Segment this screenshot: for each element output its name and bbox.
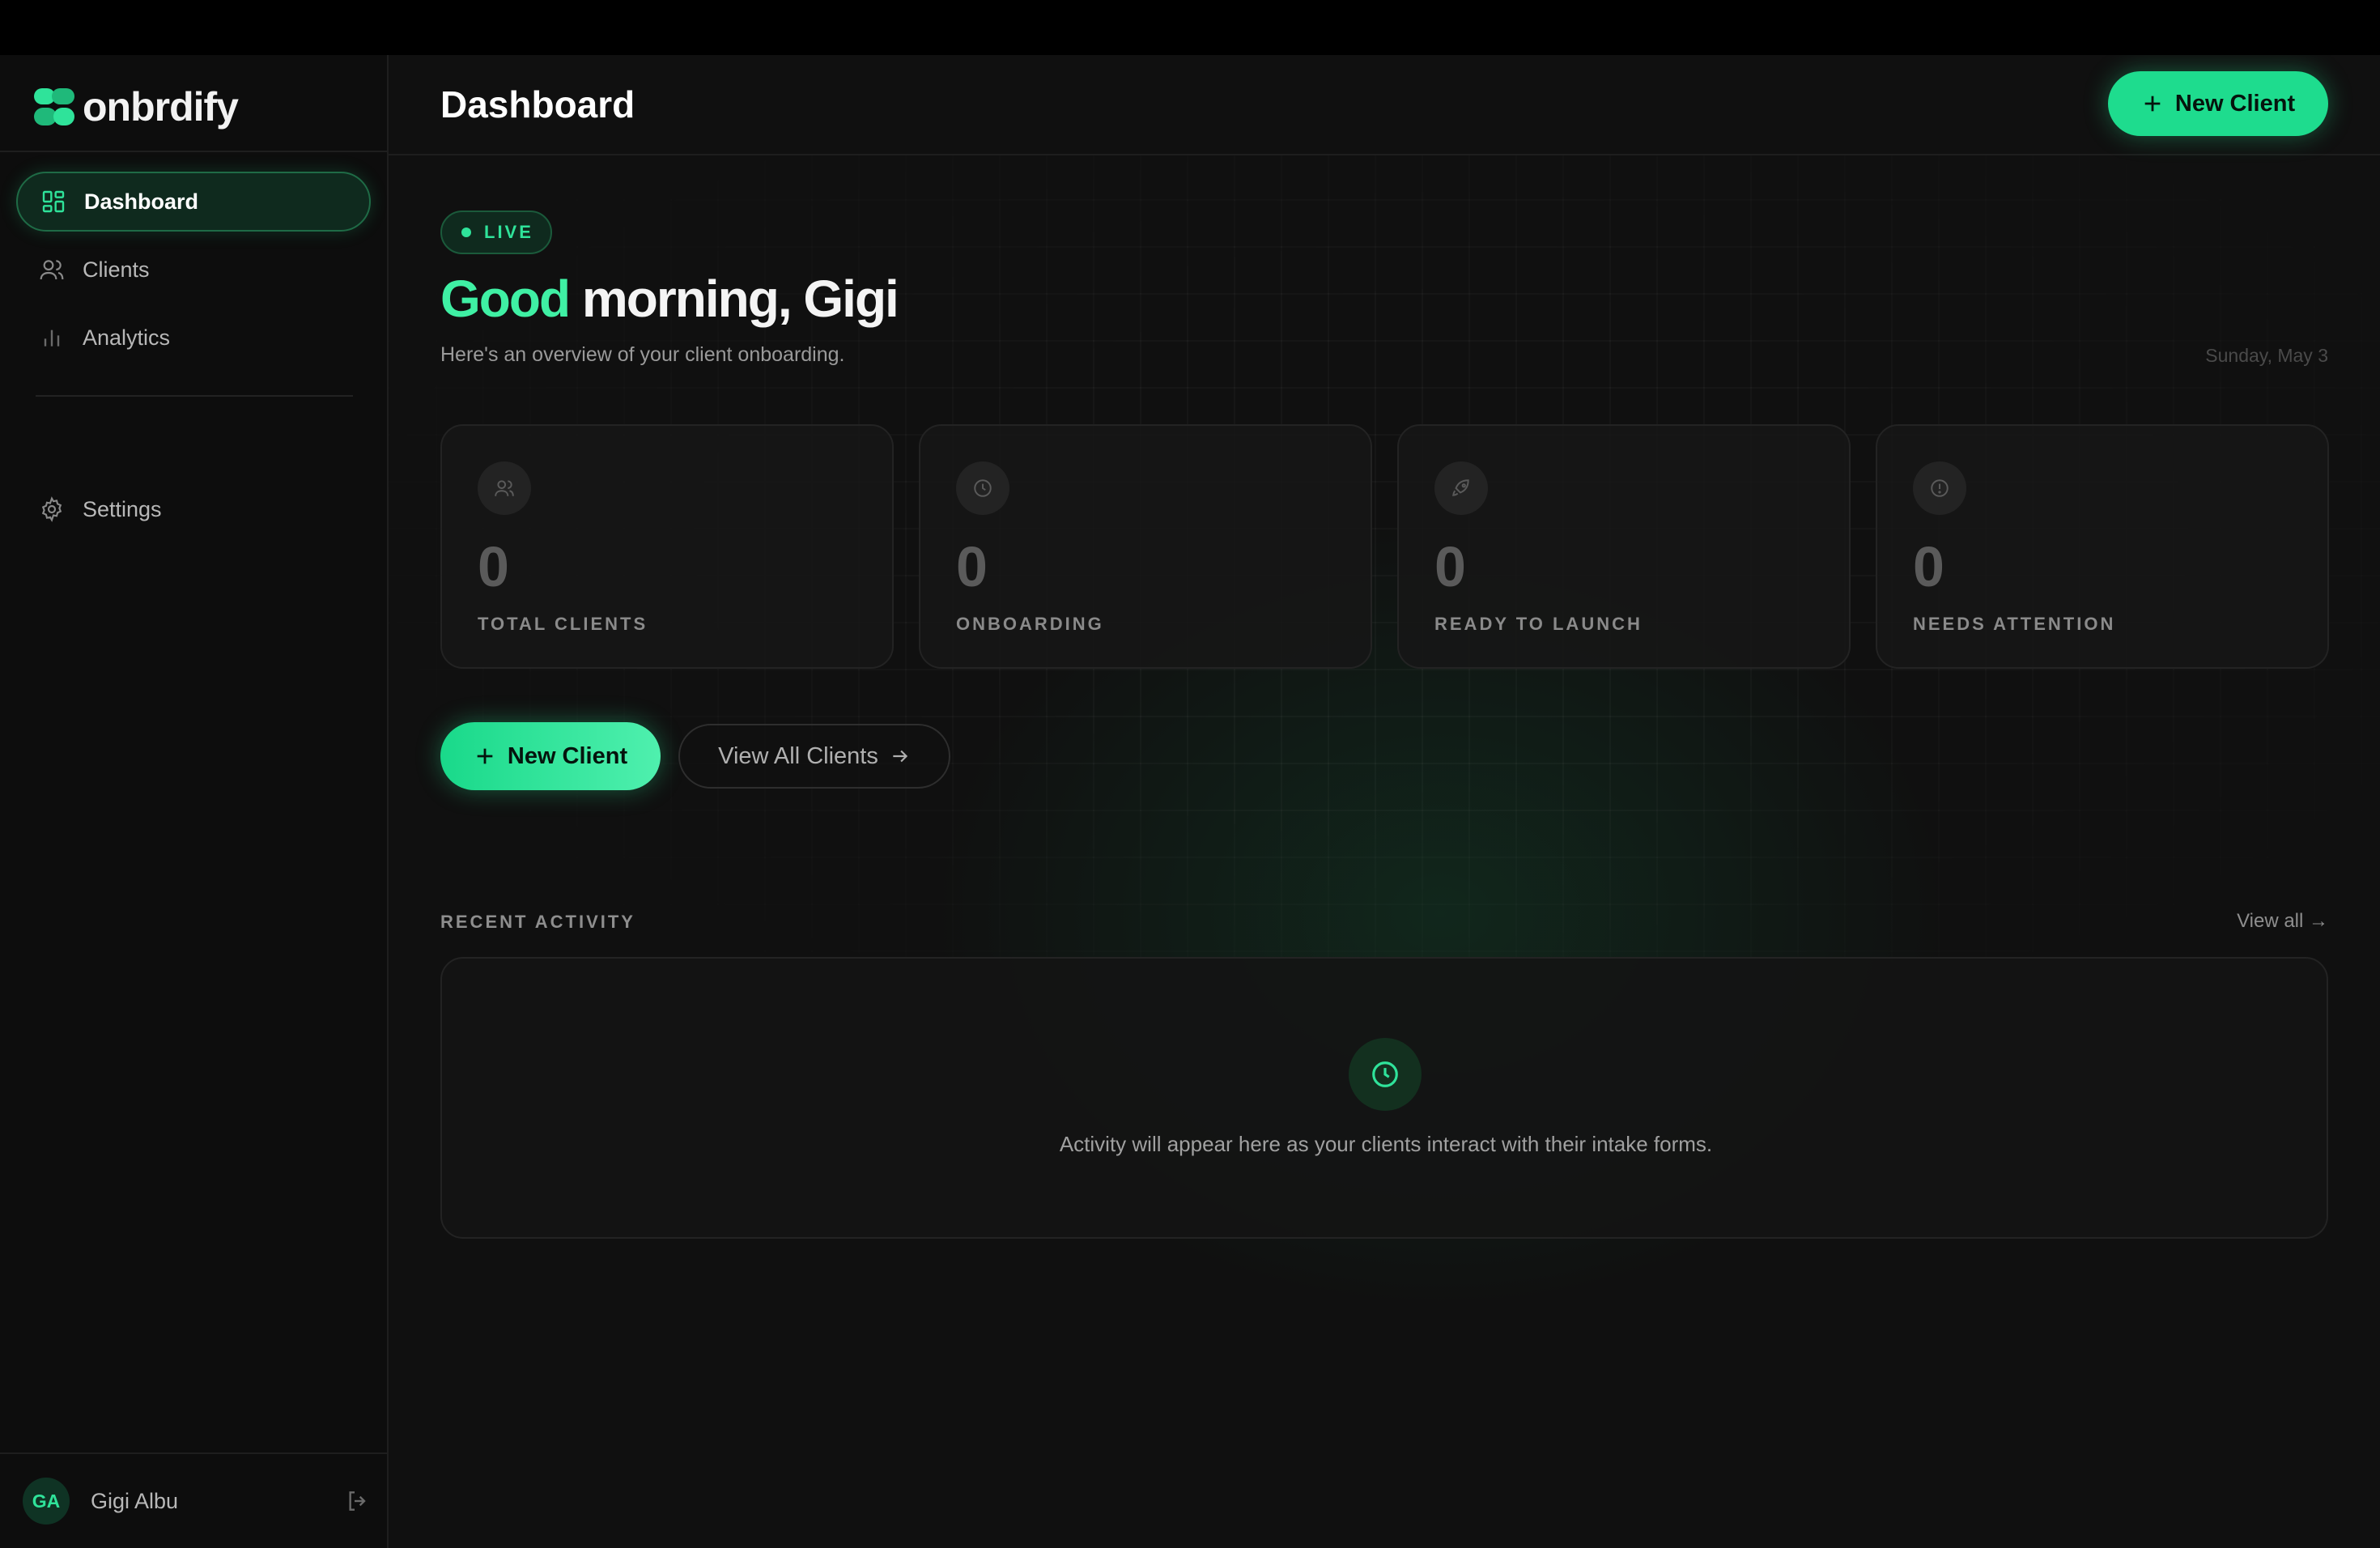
greeting-rest: morning, Gigi: [569, 270, 899, 328]
page-header: Dashboard New Client: [389, 55, 2380, 155]
clock-icon: [1349, 1038, 1422, 1111]
stat-card-total-clients[interactable]: 0 TOTAL CLIENTS: [440, 424, 894, 669]
stat-label: TOTAL CLIENTS: [478, 614, 648, 634]
stat-label: ONBOARDING: [956, 614, 1104, 634]
sidebar-item-label: Analytics: [83, 325, 171, 350]
divider: [0, 151, 387, 152]
greeting-accent: Good: [440, 270, 571, 328]
sidebar-item-label: Settings: [83, 496, 162, 521]
sidebar-item-dashboard[interactable]: Dashboard: [16, 172, 371, 232]
stat-value: 0: [1913, 535, 1944, 598]
user-name: Gigi Albu: [91, 1488, 179, 1513]
sidebar: onbrdify Dashboard Clients Analytics Set…: [0, 55, 389, 1548]
plus-icon: [2144, 96, 2161, 112]
grid-icon: [42, 190, 65, 213]
user-profile[interactable]: GA Gigi Albu: [23, 1477, 371, 1525]
avatar: GA: [23, 1478, 70, 1525]
stat-card-needs-attention[interactable]: 0 NEEDS ATTENTION: [1876, 424, 2329, 669]
new-client-button[interactable]: New Client: [440, 722, 661, 790]
recent-activity-card: Activity will appear here as your client…: [440, 957, 2328, 1239]
brand[interactable]: onbrdify: [32, 83, 239, 131]
stat-value: 0: [478, 535, 509, 598]
sidebar-item-analytics[interactable]: Analytics: [16, 308, 371, 368]
brand-logo-icon: [32, 87, 76, 127]
live-label: LIVE: [484, 222, 533, 242]
page-title: Dashboard: [440, 83, 635, 125]
gear-icon: [41, 496, 62, 522]
sidebar-item-settings[interactable]: Settings: [16, 479, 371, 539]
rocket-icon: [1434, 461, 1488, 515]
stat-label: READY TO LAUNCH: [1434, 614, 1643, 634]
button-label: New Client: [2174, 90, 2296, 117]
users-icon: [478, 461, 531, 515]
divider: [36, 395, 353, 397]
live-badge: LIVE: [440, 211, 552, 254]
button-label: New Client: [507, 742, 628, 769]
button-label: View All Clients: [718, 742, 878, 769]
current-date: Sunday, May 3: [2205, 345, 2328, 366]
stat-value: 0: [956, 535, 988, 598]
alert-icon: [1913, 461, 1966, 515]
stat-card-ready-to-launch[interactable]: 0 READY TO LAUNCH: [1397, 424, 1851, 669]
recent-activity-title: RECENT ACTIVITY: [440, 912, 635, 932]
sidebar-item-label: Clients: [83, 257, 150, 282]
arrow-right-icon: [893, 750, 907, 763]
sidebar-item-clients[interactable]: Clients: [16, 240, 371, 300]
stat-value: 0: [1434, 535, 1466, 598]
clock-icon: [956, 461, 1009, 515]
header-new-client-button[interactable]: New Client: [2108, 71, 2328, 136]
divider: [0, 1452, 387, 1454]
greeting: Good morning, Gigi: [440, 269, 899, 329]
view-all-clients-button[interactable]: View All Clients: [678, 724, 950, 789]
top-black-bar: [0, 0, 2380, 55]
view-all-activity-link[interactable]: View all →: [2237, 910, 2328, 933]
sidebar-item-label: Dashboard: [84, 189, 199, 214]
stat-card-onboarding[interactable]: 0 ONBOARDING: [919, 424, 1372, 669]
app-window: onbrdify Dashboard Clients Analytics Set…: [0, 55, 2380, 1548]
stat-label: NEEDS ATTENTION: [1913, 614, 2116, 634]
empty-activity-message: Activity will appear here as your client…: [1059, 1132, 1713, 1156]
live-dot-icon: [461, 228, 471, 237]
main-content: Dashboard New Client LIVE Good morning, …: [389, 55, 2380, 1548]
brand-name: onbrdify: [83, 84, 239, 130]
bar-chart-icon: [44, 330, 60, 347]
users-icon: [40, 260, 64, 280]
logout-icon[interactable]: [345, 1488, 371, 1514]
greeting-subtitle: Here's an overview of your client onboar…: [440, 343, 845, 366]
plus-icon: [477, 748, 493, 764]
